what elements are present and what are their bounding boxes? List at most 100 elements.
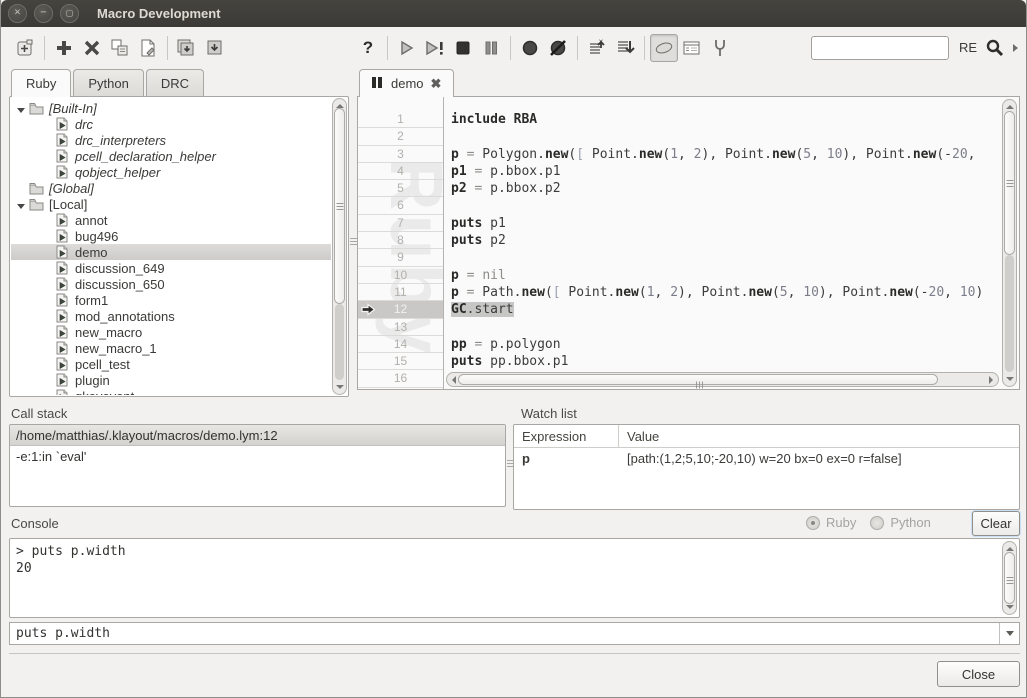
window-minimize-button[interactable]: − <box>34 4 53 23</box>
line-number-12[interactable]: 12 <box>358 301 443 318</box>
line-number-8[interactable]: 8 <box>358 232 443 249</box>
line-number-14[interactable]: 14 <box>358 336 443 353</box>
line-number-10[interactable]: 10 <box>358 267 443 284</box>
console-vertical-scrollbar[interactable] <box>1002 541 1017 615</box>
step-over-button[interactable] <box>583 34 611 62</box>
tree-item-form1[interactable]: form1 <box>11 292 331 308</box>
line-number-4[interactable]: 4 <box>358 163 443 180</box>
tree-item-drc[interactable]: drc <box>11 116 331 132</box>
tree-item-drc_interpreters[interactable]: drc_interpreters <box>11 132 331 148</box>
window-maximize-button[interactable]: ▢ <box>60 4 79 23</box>
stop-icon <box>454 39 472 57</box>
code-editor[interactable]: Ruby 12345678910111213141516 include RBA… <box>357 96 1020 390</box>
step-into-button[interactable] <box>611 34 639 62</box>
close-button[interactable]: Close <box>937 661 1020 687</box>
scroll-up-arrow[interactable] <box>1006 105 1014 109</box>
add-macro-button[interactable] <box>50 34 78 62</box>
new-tab-button[interactable] <box>11 34 39 62</box>
line-number-7[interactable]: 7 <box>358 215 443 232</box>
breakpoint-icon <box>521 39 539 57</box>
tree-item-local[interactable]: [Local] <box>11 196 331 212</box>
tab-python[interactable]: Python <box>73 69 143 96</box>
watch-list-table: Expression Value p[path:(1,2;5,10;-20,10… <box>513 424 1020 510</box>
search-icon[interactable] <box>985 38 1005 58</box>
tree-item-discussion_650[interactable]: discussion_650 <box>11 276 331 292</box>
tab-drc[interactable]: DRC <box>146 69 204 96</box>
panel-splitter[interactable] <box>350 236 357 245</box>
editor-horizontal-scrollbar[interactable] <box>446 372 999 387</box>
tree-item-global[interactable]: [Global] <box>11 180 331 196</box>
code-line-3: p = Polygon.new([ Point.new(1, 2), Point… <box>451 146 991 163</box>
console-input[interactable] <box>10 623 999 644</box>
watch-expression: p <box>514 448 619 470</box>
properties-button[interactable] <box>678 34 706 62</box>
line-number-15[interactable]: 15 <box>358 353 443 370</box>
single-step-toggle-button[interactable] <box>650 34 678 62</box>
save-all-button[interactable] <box>173 34 201 62</box>
history-dropdown-button[interactable] <box>999 623 1019 644</box>
editor-vertical-scrollbar[interactable] <box>1002 99 1017 387</box>
line-number-5[interactable]: 5 <box>358 180 443 197</box>
setup-button[interactable] <box>706 34 734 62</box>
console-output[interactable]: > puts p.width20 <box>9 538 1020 618</box>
scroll-left-arrow[interactable] <box>452 376 456 384</box>
line-number-9[interactable]: 9 <box>358 249 443 266</box>
pause-button[interactable] <box>477 34 505 62</box>
expander-icon[interactable] <box>17 108 25 113</box>
window-close-button[interactable]: × <box>8 4 27 23</box>
breakpoint-button[interactable] <box>516 34 544 62</box>
line-number-2[interactable]: 2 <box>358 128 443 145</box>
radio-python[interactable]: Python <box>870 515 930 530</box>
tree-item-new_macro_1[interactable]: new_macro_1 <box>11 340 331 356</box>
tab-ruby[interactable]: Ruby <box>11 69 71 97</box>
scroll-right-arrow[interactable] <box>989 376 993 384</box>
call-stack-frame[interactable]: -e:1:in `eval' <box>10 446 505 467</box>
stop-button[interactable] <box>449 34 477 62</box>
expander-icon[interactable] <box>17 204 25 209</box>
line-number-1[interactable]: 1 <box>358 111 443 128</box>
tab-close-icon[interactable]: ✖ <box>431 76 442 92</box>
run-current-button[interactable] <box>421 34 449 62</box>
save-button[interactable] <box>201 34 229 62</box>
column-value[interactable]: Value <box>619 425 667 447</box>
rename-macro-icon <box>110 38 130 58</box>
line-number-11[interactable]: 11 <box>358 284 443 301</box>
editor-code-area[interactable]: include RBAp = Polygon.new([ Point.new(1… <box>445 97 991 389</box>
line-number-16[interactable]: 16 <box>358 370 443 387</box>
help-button[interactable]: ? <box>354 34 382 62</box>
column-expression[interactable]: Expression <box>514 425 619 447</box>
tree-item-discussion_649[interactable]: discussion_649 <box>11 260 331 276</box>
tree-item-bug496[interactable]: bug496 <box>11 228 331 244</box>
import-macro-button[interactable] <box>134 34 162 62</box>
call-stack-frame[interactable]: /home/matthias/.klayout/macros/demo.lym:… <box>10 425 505 446</box>
delete-macro-button[interactable] <box>78 34 106 62</box>
rename-macro-button[interactable] <box>106 34 134 62</box>
tree-item-pcell_test[interactable]: pcell_test <box>11 356 331 372</box>
toolbar-extension-arrow[interactable] <box>1013 44 1018 52</box>
line-number-13[interactable]: 13 <box>358 319 443 336</box>
code-line-14: pp = p.polygon <box>451 336 991 353</box>
tree-item-demo[interactable]: demo <box>11 244 331 260</box>
scroll-down-arrow[interactable] <box>1006 377 1014 381</box>
tree-item-new_macro[interactable]: new_macro <box>11 324 331 340</box>
search-input[interactable] <box>811 36 949 60</box>
tree-item-qobject_helper[interactable]: qobject_helper <box>11 164 331 180</box>
scroll-down-arrow[interactable] <box>1006 605 1014 609</box>
tree-item-plugin[interactable]: plugin <box>11 372 331 388</box>
radio-ruby[interactable]: Ruby <box>806 515 856 530</box>
tree-item-pcell_declaration_helper[interactable]: pcell_declaration_helper <box>11 148 331 164</box>
tree-item-mod_annotations[interactable]: mod_annotations <box>11 308 331 324</box>
run-button[interactable] <box>393 34 421 62</box>
tree-item-built-in[interactable]: [Built-In] <box>11 100 331 116</box>
tree-item-qkeyevent[interactable]: qkeyevent <box>11 388 331 395</box>
clear-button[interactable]: Clear <box>972 511 1020 536</box>
line-number-3[interactable]: 3 <box>358 146 443 163</box>
scroll-down-arrow[interactable] <box>336 385 344 389</box>
clear-breakpoints-button[interactable] <box>544 34 572 62</box>
line-number-6[interactable]: 6 <box>358 197 443 214</box>
tree-vertical-scrollbar[interactable] <box>332 98 347 395</box>
scroll-up-arrow[interactable] <box>1006 547 1014 551</box>
watch-row[interactable]: p[path:(1,2;5,10;-20,10) w=20 bx=0 ex=0 … <box>514 448 1019 470</box>
editor-tab-demo[interactable]: demo ✖ <box>359 69 454 97</box>
tree-item-annot[interactable]: annot <box>11 212 331 228</box>
